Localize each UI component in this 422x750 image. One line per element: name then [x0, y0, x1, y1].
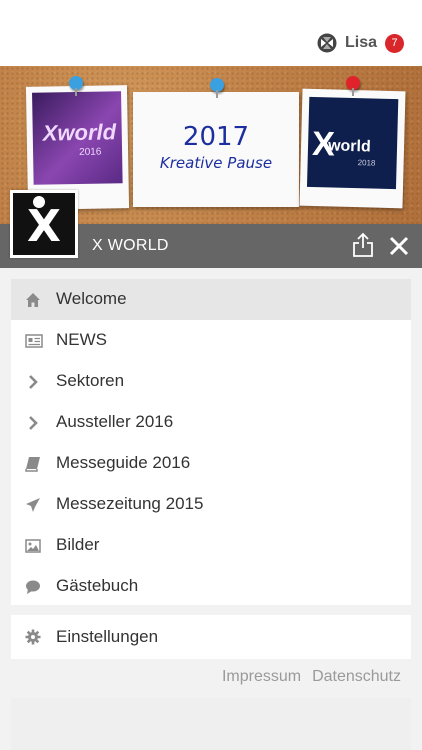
- photo-caption: Xworld: [42, 119, 117, 146]
- book-icon: [25, 457, 40, 472]
- menu-item-label: NEWS: [56, 330, 107, 349]
- menu-item-bilder[interactable]: Bilder: [11, 525, 411, 566]
- close-icon[interactable]: [389, 234, 409, 258]
- menu-item-messeguide[interactable]: Messeguide 2016: [11, 443, 411, 484]
- user-logo-icon: [317, 33, 337, 53]
- menu-item-label: Bilder: [56, 535, 100, 554]
- home-icon: [26, 293, 40, 307]
- footer-links: Impressum Datenschutz: [222, 668, 401, 686]
- menu-item-messezeitung[interactable]: Messezeitung 2015: [11, 484, 411, 525]
- menu-item-gaestebuch[interactable]: Gästebuch: [11, 566, 411, 607]
- photo-year: 2018: [357, 158, 376, 168]
- share-icon[interactable]: [352, 232, 374, 258]
- photo-xworld-2018: X world 2018: [299, 88, 406, 209]
- chat-bubble-icon: [26, 580, 40, 594]
- menu-item-welcome[interactable]: Welcome: [11, 279, 411, 320]
- pushpin-icon: [210, 78, 224, 98]
- gear-icon: [25, 629, 41, 645]
- menu-item-aussteller[interactable]: Aussteller 2016: [11, 402, 411, 443]
- menu-item-label: Gästebuch: [56, 576, 139, 595]
- notification-badge[interactable]: 7: [385, 33, 404, 53]
- menu-item-label: Messezeitung 2015: [56, 494, 204, 513]
- impressum-link[interactable]: Impressum: [222, 668, 301, 686]
- note-text: Kreative Pause: [159, 154, 273, 172]
- top-bar: Lisa 7: [0, 0, 422, 66]
- chevron-right-icon: [29, 416, 38, 430]
- nav-menu: Welcome NEWS Sektoren Aussteller 2016 Me…: [11, 279, 411, 605]
- note-year: 2017: [182, 122, 250, 152]
- app-title: X WORLD: [92, 237, 169, 254]
- pushpin-icon: [346, 76, 360, 96]
- menu-item-news[interactable]: NEWS: [11, 320, 411, 361]
- chevron-right-icon: [29, 375, 38, 389]
- app-logo: X: [10, 190, 78, 258]
- newspaper-icon: [25, 334, 43, 348]
- user-account[interactable]: Lisa 7: [317, 33, 404, 53]
- x-logo-glyph: X: [27, 201, 61, 252]
- user-name[interactable]: Lisa: [345, 34, 377, 52]
- menu-item-einstellungen[interactable]: Einstellungen: [11, 615, 411, 659]
- datenschutz-link[interactable]: Datenschutz: [312, 668, 401, 686]
- photo-year: 2016: [78, 146, 102, 158]
- menu-item-sektoren[interactable]: Sektoren: [11, 361, 411, 402]
- footer-area: [11, 698, 411, 750]
- photo-caption: world: [327, 137, 371, 156]
- note-card: 2017 Kreative Pause: [133, 92, 299, 207]
- menu-item-label: Welcome: [56, 289, 127, 308]
- menu-item-label: Messeguide 2016: [56, 453, 191, 472]
- menu-item-label: Sektoren: [56, 371, 125, 390]
- image-icon: [25, 539, 41, 553]
- pushpin-icon: [69, 76, 83, 96]
- paper-plane-icon: [26, 498, 40, 512]
- settings-label: Einstellungen: [56, 627, 159, 646]
- menu-item-label: Aussteller 2016: [56, 412, 174, 431]
